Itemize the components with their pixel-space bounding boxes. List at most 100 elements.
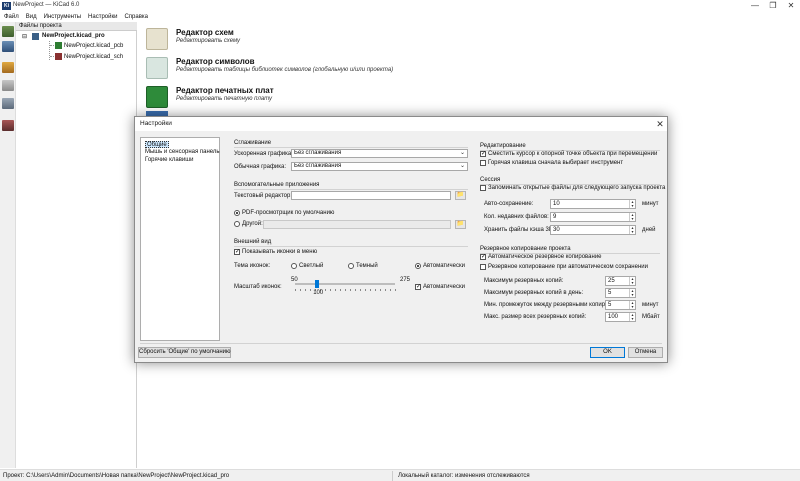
theme-dark-radio[interactable]: [348, 263, 354, 269]
window-title: NewProject — KiCad 6.0: [13, 2, 80, 8]
spin-arrows-icon[interactable]: ▴ ▾: [629, 313, 635, 321]
spin-arrows-icon[interactable]: ▴ ▾: [629, 213, 635, 221]
slider-tick: [330, 289, 331, 291]
close-button[interactable]: ✕: [784, 1, 798, 11]
spin-arrows-icon[interactable]: ▴ ▾: [629, 226, 635, 234]
maximize-button[interactable]: ❐: [766, 1, 780, 11]
spin-arrows-icon[interactable]: ▴ ▾: [629, 277, 635, 285]
launcher-schematic-editor[interactable]: Редактор схем Редактировать схему: [144, 26, 474, 52]
preferences-nav: Общие Мышь и сенсорная панель Горячие кл…: [140, 137, 220, 341]
cache-spin[interactable]: 30 ▴ ▾: [550, 225, 636, 235]
tree-item-pcb[interactable]: NewProject.kicad_pcb: [64, 43, 123, 49]
nav-item-general[interactable]: Общие: [145, 141, 169, 148]
icon-scale-max: 275: [400, 277, 411, 283]
icon-scale-value: 100: [313, 290, 324, 296]
spin-arrows-icon[interactable]: ▴ ▾: [629, 301, 635, 309]
nav-item-hotkeys[interactable]: Горячие клавиши: [145, 157, 193, 164]
reset-defaults-button[interactable]: Сбросить 'Общие' по умолчанию: [138, 347, 231, 358]
warp-mouse-checkbox[interactable]: ✓: [480, 151, 486, 157]
minimize-button[interactable]: —: [748, 1, 762, 11]
pdf-other-radio[interactable]: [234, 221, 240, 227]
tree-expander-icon[interactable]: ⊟: [22, 33, 27, 40]
autosave-label: Авто-сохранение:: [484, 201, 534, 207]
pcb-editor-icon: [146, 86, 168, 108]
spin-arrows-icon[interactable]: ▴ ▾: [629, 289, 635, 297]
hotkey-first-checkbox[interactable]: [480, 160, 486, 166]
icon-theme-label: Тема иконок:: [234, 263, 271, 269]
cache-label: Хранить файлы кэша 3D:: [484, 227, 555, 233]
slider-tick: [310, 289, 311, 291]
refresh-icon[interactable]: [2, 98, 14, 109]
text-editor-label: Текстовый редактор:: [234, 193, 292, 199]
slider-thumb[interactable]: [315, 280, 320, 288]
show-icons-checkbox[interactable]: ✓: [234, 249, 240, 255]
tree-item-project[interactable]: NewProject.kicad_pro: [42, 33, 105, 39]
preferences-dialog: Настройки ✕ Общие Мышь и сенсорная панел…: [134, 116, 668, 363]
max-backups-spin[interactable]: 25 ▴ ▾: [605, 276, 636, 286]
slider-tick: [350, 289, 351, 291]
section-separator: [234, 147, 468, 148]
backup-interval-spin[interactable]: 5 ▴ ▾: [605, 300, 636, 310]
nav-item-mouse[interactable]: Мышь и сенсорная панель: [145, 149, 220, 156]
recent-files-label: Кол. недавних файлов:: [484, 214, 549, 220]
unarchive-icon[interactable]: [2, 80, 14, 91]
theme-auto-radio[interactable]: [415, 263, 421, 269]
recent-files-spin[interactable]: 9 ▴ ▾: [550, 212, 636, 222]
scale-auto-checkbox[interactable]: ✓: [415, 284, 421, 290]
dialog-title: Настройки: [140, 120, 172, 127]
menu-bar: Файл Вид Инструменты Настройки Справка: [0, 12, 800, 22]
icon-scale-label: Масштаб иконок:: [234, 284, 282, 290]
menu-tools[interactable]: Инструменты: [44, 14, 81, 20]
fallback-graphics-value: Без сглаживания: [294, 163, 342, 169]
section-session-header: Сессия: [480, 177, 501, 183]
auto-backup-label: Автоматическое резервное копирование: [488, 254, 602, 260]
slider-tick: [295, 289, 296, 291]
auto-backup-checkbox[interactable]: ✓: [480, 254, 486, 260]
section-smoothing-header: Сглаживание: [234, 140, 272, 146]
open-project-icon[interactable]: [2, 41, 14, 52]
tree-item-schematic[interactable]: NewProject.kicad_sch: [64, 54, 123, 60]
show-icons-label: Показывать иконки в меню: [242, 249, 318, 255]
browse-folder-icon[interactable]: 📁: [455, 220, 466, 229]
menu-file[interactable]: Файл: [4, 14, 19, 20]
menu-view[interactable]: Вид: [26, 14, 37, 20]
fallback-graphics-select[interactable]: Без сглаживания ⌄: [291, 162, 468, 171]
left-toolbar: [0, 22, 16, 468]
theme-light-radio[interactable]: [291, 263, 297, 269]
project-tree: Файлы проекта ⊟ NewProject.kicad_pro New…: [16, 22, 137, 468]
tree-connector: [49, 41, 50, 60]
backups-per-day-label: Максимум резервных копий в день:: [484, 290, 584, 296]
open-folder-icon[interactable]: [2, 120, 14, 131]
backup-interval-unit: минут: [642, 302, 659, 308]
accel-graphics-select[interactable]: Без сглаживания ⌄: [291, 149, 468, 158]
launcher-symbol-editor[interactable]: Редактор символов Редактировать таблицы …: [144, 55, 474, 81]
status-watch-state: Локальный каталог: изменения отслеживают…: [398, 473, 530, 479]
launcher-title: Редактор печатных плат: [176, 86, 274, 95]
slider-tick: [300, 289, 301, 291]
backup-size-label: Макс. размер всех резервных копий:: [484, 314, 587, 320]
menu-help[interactable]: Справка: [124, 14, 148, 20]
dialog-close-button[interactable]: ✕: [654, 117, 666, 131]
icon-scale-slider[interactable]: [295, 280, 396, 291]
backup-on-autosave-checkbox[interactable]: [480, 264, 486, 270]
spin-arrows-icon[interactable]: ▴ ▾: [629, 200, 635, 208]
new-project-icon[interactable]: [2, 26, 14, 37]
launcher-pcb-editor[interactable]: Редактор печатных плат Редактировать печ…: [144, 84, 474, 110]
cancel-button[interactable]: Отмена: [628, 347, 663, 358]
pdf-default-radio[interactable]: [234, 210, 240, 216]
text-editor-input[interactable]: [291, 191, 451, 200]
browse-folder-icon[interactable]: 📁: [455, 191, 466, 200]
backup-size-spin[interactable]: 100 ▴ ▾: [605, 312, 636, 322]
slider-tick: [395, 289, 396, 291]
menu-preferences[interactable]: Настройки: [88, 14, 117, 20]
remember-files-checkbox[interactable]: [480, 185, 486, 191]
pdf-other-path-input[interactable]: [263, 220, 451, 229]
cache-unit: дней: [642, 227, 656, 233]
ok-button[interactable]: OK: [590, 347, 625, 358]
backups-per-day-spin[interactable]: 5 ▴ ▾: [605, 288, 636, 298]
slider-tick: [355, 289, 356, 291]
launcher-title: Редактор схем: [176, 28, 234, 37]
archive-icon[interactable]: [2, 62, 14, 73]
autosave-spin[interactable]: 10 ▴ ▾: [550, 199, 636, 209]
chevron-down-icon: ⌄: [459, 150, 465, 156]
